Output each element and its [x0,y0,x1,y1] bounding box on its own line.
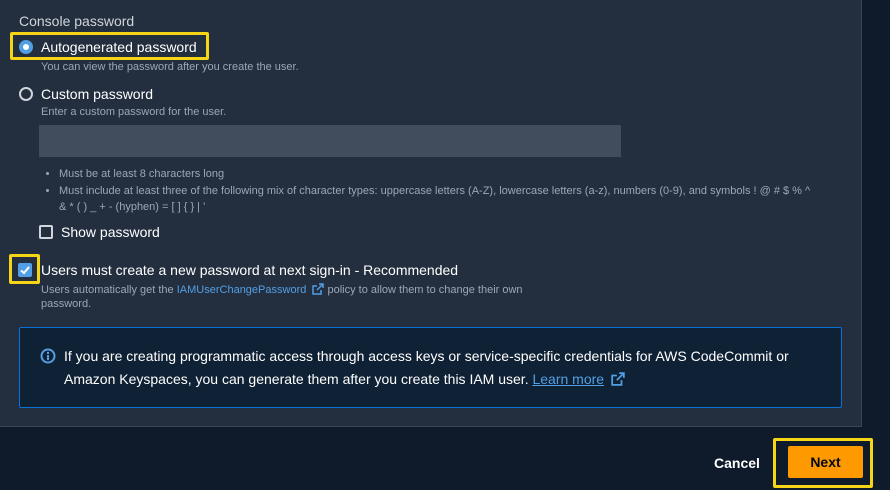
reset-hint-suffix: policy to allow them to change their own [327,284,523,296]
custom-label[interactable]: Custom password [41,86,153,102]
custom-hint: Enter a custom password for the user. [41,106,227,118]
learn-more-link[interactable]: Learn more [532,371,604,387]
reset-required-hint: Users automatically get the IAMUserChang… [41,283,523,296]
info-message: If you are creating programmatic access … [64,348,789,387]
external-link-icon[interactable] [611,372,625,386]
cancel-button[interactable]: Cancel [714,455,760,471]
show-password-label[interactable]: Show password [61,224,160,240]
info-icon [40,348,56,364]
requirement-item: Must include at least three of the follo… [59,183,819,215]
reset-required-label[interactable]: Users must create a new password at next… [41,262,458,278]
autogen-hint: You can view the password after you crea… [41,61,299,73]
show-password-checkbox[interactable] [39,225,53,239]
iam-policy-link[interactable]: IAMUserChangePassword [177,284,307,296]
autogen-label[interactable]: Autogenerated password [41,39,197,55]
reset-required-hint-line2: password. [41,298,92,310]
reset-required-checkbox[interactable] [18,263,32,277]
console-password-panel: Console password Autogenerated password … [0,0,862,427]
next-button[interactable]: Next [788,446,863,478]
custom-radio[interactable] [19,87,33,101]
info-text: If you are creating programmatic access … [64,345,824,391]
custom-password-input[interactable] [39,125,621,157]
checkmark-icon [20,266,30,275]
autogen-radio[interactable] [19,40,33,54]
info-alert: If you are creating programmatic access … [19,327,842,408]
external-link-icon[interactable] [312,283,325,295]
reset-hint-prefix: Users automatically get the [41,284,174,296]
requirement-item: Must be at least 8 characters long [59,166,819,182]
section-label: Console password [19,13,135,29]
password-requirements: Must be at least 8 characters long Must … [40,166,819,216]
